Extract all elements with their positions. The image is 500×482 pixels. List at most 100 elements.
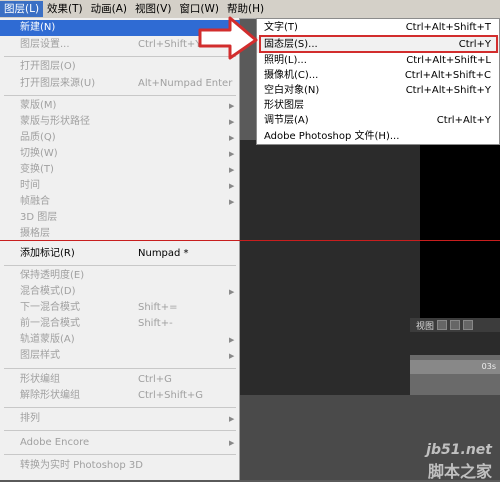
menu-item-label: 新建(N) [20,22,56,33]
menu-layer[interactable]: 图层(L) [0,1,44,17]
submenu-arrow-icon: ▶ [229,150,235,158]
menu-item-label: 图层设置... [20,39,70,50]
submenu-item-light[interactable]: 照明(L)... Ctrl+Alt+Shift+L [257,53,499,69]
menu-separator [4,368,236,369]
menu-separator [4,430,236,431]
menu-item-label: 下一混合模式 [20,302,80,313]
menu-item-convert-photoshop-3d[interactable]: 转换为实时 Photoshop 3D [0,458,240,474]
menu-item-label: 变换(T) [20,164,54,175]
menu-item-label: 形状编组 [20,374,60,385]
submenu-item-label: 形状图层 [264,100,304,111]
menu-item-label: 混合模式(D) [20,286,76,297]
toolbar-button[interactable] [450,320,461,330]
toolbar-button[interactable] [437,320,448,330]
menu-separator [4,265,236,266]
submenu-arrow-icon: ▶ [229,336,235,344]
submenu-arrow-icon: ▶ [229,118,235,126]
menu-separator [4,95,236,96]
menu-item-label: 转换为实时 Photoshop 3D [20,460,143,471]
menu-item-label: 前一混合模式 [20,318,80,329]
timeline-ruler: 03s [410,360,500,374]
menu-item-shortcut: Alt+Numpad Enter [138,78,233,89]
menu-item-ungroup-shapes[interactable]: 解除形状编组 Ctrl+Shift+G [0,388,240,404]
menu-item-open-layer-source[interactable]: 打开图层来源(U) Alt+Numpad Enter [0,76,240,92]
submenu-item-shape-layer[interactable]: 形状图层 [257,98,499,114]
menu-item-transform[interactable]: 变换(T) ▶ [0,162,240,178]
menu-item-arrange[interactable]: 排列 ▶ [0,411,240,427]
menu-item-label: 轨道蒙版(A) [20,334,75,345]
submenu-item-text[interactable]: 文字(T) Ctrl+Alt+Shift+T [257,20,499,36]
menu-item-shortcut: Ctrl+G [138,374,172,385]
menu-item-adobe-encore[interactable]: Adobe Encore ▶ [0,435,240,451]
menu-item-frame-blending[interactable]: 帧融合 ▶ [0,194,240,210]
menu-item-label: 解除形状编组 [20,390,80,401]
submenu-item-shortcut: Ctrl+Alt+Shift+Y [405,85,491,96]
annotation-line [0,240,500,241]
menu-item-prev-blending-mode[interactable]: 前一混合模式 Shift+- [0,316,240,332]
menu-item-shortcut: Ctrl+Shift+Y [138,39,202,50]
menu-separator [4,407,236,408]
submenu-item-label: 照明(L)... [264,55,307,66]
menu-item-quality[interactable]: 品质(Q) ▶ [0,130,240,146]
menu-item-label: 打开图层来源(U) [20,78,96,89]
menu-item-time[interactable]: 时间 ▶ [0,178,240,194]
menu-item-next-blending-mode[interactable]: 下一混合模式 Shift+= [0,300,240,316]
menu-item-preserve-transparency[interactable]: 保持透明度(E) [0,268,240,284]
menu-item-3d-layer[interactable]: 3D 图层 [0,210,240,226]
menu-item-blending-mode[interactable]: 混合模式(D) ▶ [0,284,240,300]
submenu-item-camera[interactable]: 摄像机(C)... Ctrl+Alt+Shift+C [257,68,499,84]
menu-item-label: 保持透明度(E) [20,270,85,281]
menu-animation[interactable]: 动画(A) [87,1,131,17]
menu-view[interactable]: 视图(V) [131,1,175,17]
submenu-item-label: 文字(T) [264,22,298,33]
submenu-item-label: 调节层(A) [264,115,309,126]
menu-item-label: Adobe Encore [20,437,90,448]
view-dropdown[interactable]: 视图 [416,319,434,332]
menu-item-label: 蒙版(M) [20,100,57,111]
submenu-arrow-icon: ▶ [229,352,235,360]
submenu-item-photoshop-file[interactable]: Adobe Photoshop 文件(H)... [257,129,499,145]
submenu-item-shortcut: Ctrl+Alt+Shift+C [404,70,491,81]
composition-viewer [420,140,500,320]
menu-item-label: 打开图层(O) [20,61,76,72]
watermark-name: 脚本之家 [427,462,492,481]
menu-item-label: 添加标记(R) [20,248,75,259]
menu-separator [4,454,236,455]
submenu-item-shortcut: Ctrl+Alt+Y [436,115,491,126]
menu-item-label: 帧融合 [20,196,50,207]
menu-item-label: 排列 [20,413,40,424]
menu-item-layer-styles[interactable]: 图层样式 ▶ [0,348,240,364]
menu-item-shortcut: Numpad * [138,248,189,259]
menu-item-track-matte[interactable]: 轨道蒙版(A) ▶ [0,332,240,348]
viewer-toolbar: 视图 [410,318,500,332]
submenu-arrow-icon: ▶ [229,415,235,423]
pointer-arrow-icon [198,16,258,60]
menu-item-mask[interactable]: 蒙版(M) ▶ [0,98,240,114]
submenu-item-label: 空白对象(N) [264,85,320,96]
submenu-arrow-icon: ▶ [229,166,235,174]
menu-effect[interactable]: 效果(T) [43,1,87,17]
toolbar-button[interactable] [463,320,474,330]
menu-item-label: 时间 [20,180,40,191]
submenu-item-label: 摄像机(C)... [264,70,319,81]
layer-menu: 新建(N) ▶ 图层设置... Ctrl+Shift+Y 打开图层(O) 打开图… [0,18,240,480]
menu-item-label: 蒙版与形状路径 [20,116,90,127]
menu-item-shortcut: Shift+- [138,318,173,329]
submenu-item-shortcut: Ctrl+Alt+Shift+L [406,55,491,66]
menu-item-shortcut: Ctrl+Shift+G [138,390,204,401]
submenu-item-shortcut: Ctrl+Alt+Shift+T [405,22,491,33]
submenu-arrow-icon: ▶ [229,288,235,296]
menu-item-label: 3D 图层 [20,212,58,223]
submenu-item-adjustment-layer[interactable]: 调节层(A) Ctrl+Alt+Y [257,113,499,129]
submenu-item-null-object[interactable]: 空白对象(N) Ctrl+Alt+Shift+Y [257,83,499,99]
submenu-arrow-icon: ▶ [229,182,235,190]
menu-item-switches[interactable]: 切换(W) ▶ [0,146,240,162]
menu-item-mask-shape-path[interactable]: 蒙版与形状路径 ▶ [0,114,240,130]
menu-item-group-shapes[interactable]: 形状编组 Ctrl+G [0,372,240,388]
menu-item-add-marker[interactable]: 添加标记(R) Numpad * [0,246,240,262]
submenu-arrow-icon: ▶ [229,102,235,110]
menu-item-label: 图层样式 [20,350,60,361]
menu-item-label: 切换(W) [20,148,58,159]
watermark-site: jb51.net [426,442,492,458]
submenu-arrow-icon: ▶ [229,439,235,447]
